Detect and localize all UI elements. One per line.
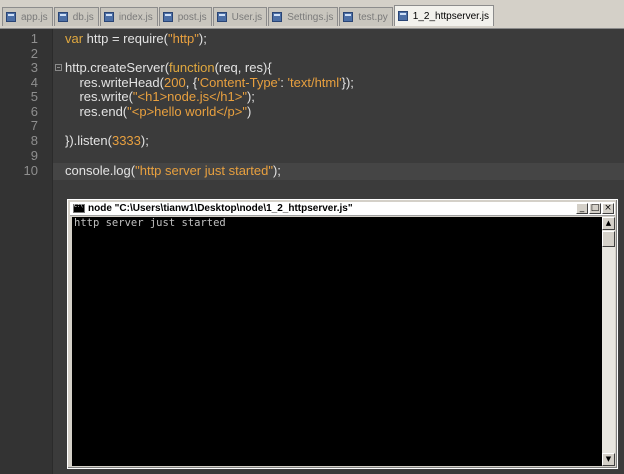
console-output-text: http server just started: [74, 217, 226, 229]
code-keyword: var: [65, 31, 84, 46]
tab-label: app.js: [21, 11, 48, 23]
console-app-icon: [73, 203, 85, 213]
code-string: 'Content-Type': [197, 75, 281, 90]
code-string: "http": [167, 31, 199, 46]
console-window[interactable]: node "C:\Users\tianw1\Desktop\node\1_2_h…: [67, 199, 618, 469]
code-text: });: [341, 75, 354, 90]
tab-label: index.js: [118, 11, 153, 23]
file-js-icon: [343, 12, 354, 22]
code-string: "http server just started": [135, 163, 273, 178]
scroll-down-icon[interactable]: ▼: [602, 453, 615, 466]
code-text: (req, res){: [214, 60, 272, 75]
tab-app-js[interactable]: app.js: [2, 7, 53, 26]
code-text: http.createServer(: [65, 60, 170, 75]
file-js-icon: [162, 12, 173, 22]
file-js-icon: [57, 12, 68, 22]
line-number: 3: [30, 60, 38, 75]
code-text: console.log(: [65, 163, 136, 178]
console-title: node "C:\Users\tianw1\Desktop\node\1_2_h…: [88, 203, 353, 214]
tab-label: test.py: [358, 11, 388, 23]
code-text: , {: [185, 75, 198, 90]
code-text: res.writeHead(: [65, 75, 164, 90]
tab-settings-js[interactable]: Settings.js: [268, 7, 339, 26]
code-text: );: [246, 89, 255, 104]
line-number: 1: [30, 31, 38, 46]
console-title-bar[interactable]: node "C:\Users\tianw1\Desktop\node\1_2_h…: [70, 202, 615, 216]
code-text: ): [246, 104, 252, 119]
file-js-icon: [216, 12, 227, 22]
code-number: 3333: [111, 133, 141, 148]
console-output-area[interactable]: http server just started: [72, 217, 602, 466]
code-text: http = require(: [83, 31, 168, 46]
fold-toggle-icon[interactable]: [55, 64, 62, 71]
tab-index-js[interactable]: index.js: [99, 7, 158, 26]
line-number: 8: [30, 133, 38, 148]
tab-db-js[interactable]: db.js: [53, 7, 99, 26]
code-number: 200: [163, 75, 186, 90]
code-text: );: [272, 163, 281, 178]
code-keyword: function: [169, 60, 215, 75]
code-text: );: [140, 133, 149, 148]
code-line-3: http.createServer(function(req, res){: [65, 60, 272, 76]
tab-label: 1_2_httpserver.js: [412, 10, 489, 22]
close-button[interactable]: ×: [602, 203, 614, 214]
line-number: 5: [30, 89, 38, 104]
code-line-8: }).listen(3333);: [65, 133, 149, 149]
file-js-icon: [272, 12, 283, 22]
code-string: 'text/html': [287, 75, 342, 90]
tab-test-py[interactable]: test.py: [339, 7, 393, 26]
code-text: }).listen(: [65, 133, 112, 148]
code-line-6: res.end("<p>hello world</p>"): [65, 104, 251, 120]
line-number-gutter: 1 2 3 4 5 6 8 9 10 7: [0, 29, 52, 474]
code-line-1: var http = require("http");: [65, 31, 207, 47]
scroll-up-icon[interactable]: ▲: [602, 217, 615, 230]
code-text: );: [198, 31, 207, 46]
code-line-10: console.log("http server just started");: [65, 163, 281, 179]
line-number: 9: [30, 148, 38, 163]
tab-post-js[interactable]: post.js: [158, 7, 212, 26]
file-js-icon: [103, 12, 114, 22]
maximize-button[interactable]: □: [589, 203, 601, 214]
code-text: res.write(: [65, 89, 133, 104]
code-line-5: res.write("<h1>node.js</h1>");: [65, 89, 255, 105]
code-text: res.end(: [65, 104, 128, 119]
tab-label: db.js: [72, 11, 94, 23]
line-number: 10: [23, 163, 38, 178]
file-js-icon: [6, 12, 16, 22]
tab-label: User.js: [231, 11, 263, 23]
gutter-divider: [52, 29, 53, 474]
tab-label: post.js: [177, 11, 207, 23]
file-js-icon: [397, 11, 408, 21]
code-string: "<h1>node.js</h1>": [132, 89, 247, 104]
vertical-scrollbar[interactable]: ▲ ▼: [602, 217, 615, 466]
scroll-thumb[interactable]: [602, 231, 615, 247]
minimize-button[interactable]: _: [576, 203, 588, 214]
editor-tabs: app.js db.js index.js post.js User.js Se…: [2, 5, 495, 27]
tab-bar: app.js db.js index.js post.js User.js Se…: [0, 0, 624, 29]
line-number: 7: [30, 118, 38, 133]
tab-label: Settings.js: [287, 11, 334, 23]
code-text: :: [280, 75, 288, 90]
tab-1-2-httpserver-js[interactable]: 1_2_httpserver.js: [393, 5, 494, 26]
tab-user-js[interactable]: User.js: [212, 7, 268, 26]
code-string: "<p>hello world</p>": [127, 104, 247, 119]
